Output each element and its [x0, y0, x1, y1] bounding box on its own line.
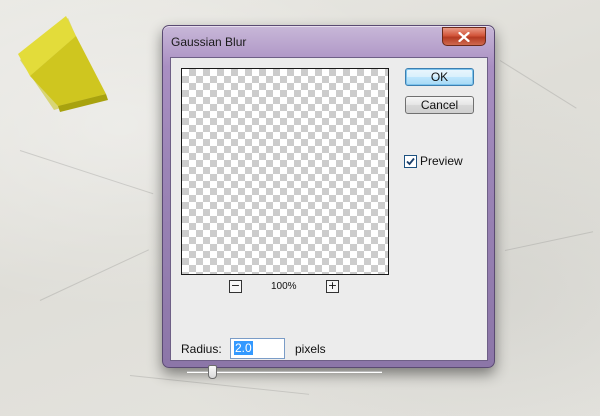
paper-crease: [504, 231, 594, 251]
paper-crease: [499, 60, 577, 109]
zoom-out-button[interactable]: −: [229, 280, 242, 293]
title-bar[interactable]: Gaussian Blur: [163, 26, 494, 56]
cancel-button[interactable]: Cancel: [405, 96, 474, 114]
checkmark-icon: [406, 157, 415, 165]
close-x-icon: [458, 31, 470, 42]
radius-label: Radius:: [181, 342, 222, 356]
preview-canvas[interactable]: [181, 68, 389, 275]
radius-value: 2.0: [234, 341, 253, 355]
paper-crease: [39, 249, 149, 301]
radius-unit-label: pixels: [295, 342, 326, 356]
zoom-in-button[interactable]: +: [326, 280, 339, 293]
zoom-level: 100%: [271, 281, 297, 292]
paper-crease: [19, 150, 154, 195]
paper-crease: [129, 375, 310, 395]
preview-label: Preview: [420, 154, 463, 168]
dialog-body: − 100% + OK Cancel Preview Radius: 2.0 p…: [170, 57, 488, 379]
gaussian-blur-dialog: Gaussian Blur − 100% + OK Cancel Preview…: [162, 25, 495, 379]
dialog-title: Gaussian Blur: [171, 35, 247, 49]
preview-toggle[interactable]: Preview: [404, 154, 463, 168]
radius-input[interactable]: 2.0: [230, 338, 285, 359]
sticky-note-image: [18, 16, 108, 112]
radius-slider-thumb[interactable]: [208, 365, 217, 379]
close-button[interactable]: [442, 27, 486, 46]
ok-button[interactable]: OK: [405, 68, 474, 86]
preview-checkbox[interactable]: [404, 154, 417, 168]
